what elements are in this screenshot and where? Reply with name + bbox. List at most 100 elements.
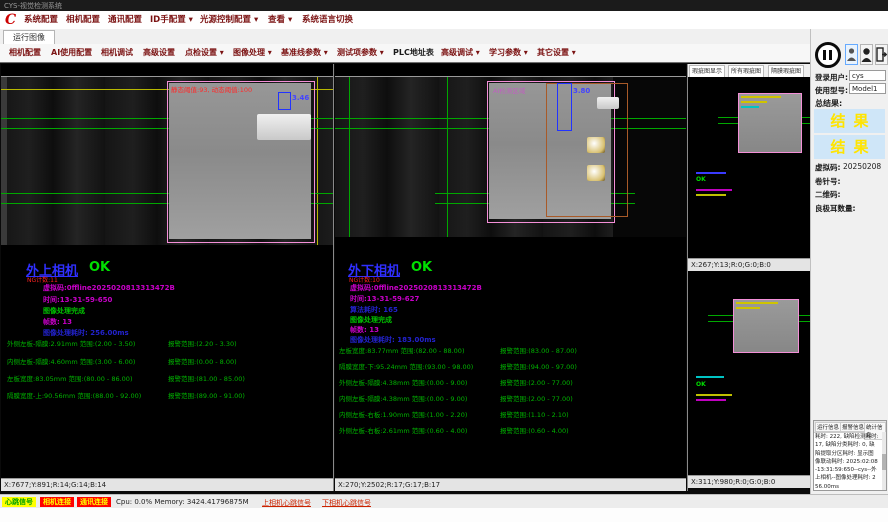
tool-image-processing[interactable]: 图像处理 ▾ [230,44,275,62]
process-time-label: 图像处理耗时: 256.00ms [43,328,129,338]
algo-time-label: 算法耗时: 165 [350,305,398,315]
model-label: 使用型号: [815,85,848,96]
alarm-range: 报警范围:(2.00 - 77.00) [500,393,573,403]
machine-column [1,77,7,245]
alarm-range: 报警范围:(0.00 - 8.00) [168,356,237,366]
mini-text-overlay [736,307,760,309]
user-login-button[interactable] [845,44,858,65]
mini-text-line [696,394,732,396]
tool-advanced-settings[interactable]: 高级设置 [140,44,178,62]
good-tab-count-label: 良极耳数量: [815,203,856,214]
exit-button[interactable] [875,44,888,65]
model-field[interactable]: Model1 [849,83,886,94]
alarm-range: 报警范围:(2.00 - 77.00) [500,377,573,387]
bottom-filler [0,508,888,522]
mini-text-line [696,376,724,378]
cpu-memory-status: Cpu: 0.0% Memory: 3424.41796875M [116,498,249,506]
menu-view[interactable]: 查看 ▾ [264,11,296,29]
reflective-part [587,137,605,153]
camera-view-upper[interactable]: 静态阈值:93, 动态阈值:100 3.46 外上相机 OK NG计数:11 虚… [1,64,333,478]
tool-baseline-params[interactable]: 基准线参数 ▾ [278,44,331,62]
mini-text-overlay [741,106,759,108]
defect-thumbnail-2[interactable]: OK [688,271,810,475]
alarm-range: 报警范围:(81.00 - 85.00) [168,373,245,383]
exit-door-icon [876,45,887,64]
tool-learning-params[interactable]: 学习参数 ▾ [486,44,531,62]
measurement-row: 隔膜宽度-上:90.56mm 范围:(88.00 - 92.00) [7,390,141,400]
measurement-row: 外侧左板-右板:2.61mm 范围:(0.60 - 4.00) [339,425,467,435]
tool-ai-usage-config[interactable]: AI使用配置 [48,44,95,62]
overlay-green-vline [447,77,448,237]
menu-light-config[interactable]: 光源控制配置 ▾ [196,11,262,29]
login-user-field[interactable]: cys [849,70,886,81]
log-tab-run[interactable]: 运行信息 [815,422,841,432]
upper-camera-heartbeat: 上相机心跳信号 [262,498,311,508]
measure-value-label: 3.46 [292,94,309,102]
mini-text-line [696,194,726,196]
defect-view-tabs: 瑕疵图显示 所有瑕疵图 隔膜瑕疵图 [688,64,810,78]
barcode-label: 虚拟码:0ffline2025020813313472B [350,283,482,293]
tool-test-item-params[interactable]: 测试项参数 ▾ [334,44,387,62]
app-logo-icon: C [5,11,16,29]
time-label: 时间:13-31-59-650 [43,295,112,305]
menu-comm-config[interactable]: 通讯配置 [104,11,146,29]
barcode-field-value: 20250208 [843,162,881,171]
app-window: CYS-视觉检测系统 C 系统配置 相机配置 通讯配置 ID手配置 ▾ 光源控制… [0,0,888,522]
pixel-coord-bar-right: X:270;Y:2502;R:17;G:17;B:17 [335,478,686,491]
log-tabs: 运行信息 报警信息 统计信息 [814,421,886,433]
pixel-coord-bar-thumb2: X:311;Y:980;R:0;G:0;B:0 [688,475,810,488]
needle-number-label: 卷针号: [815,176,841,187]
user-profile-button[interactable] [860,44,873,65]
log-scrollbar[interactable] [882,432,886,490]
camera-image-upper[interactable]: 静态阈值:93, 动态阈值:100 3.46 [1,76,333,245]
mini-name-text [696,172,726,174]
tool-advanced-debug[interactable]: 高级调试 ▾ [438,44,483,62]
scrollbar-thumb[interactable] [882,454,886,470]
result-display-1: 结果 [814,109,885,133]
barcode-label: 虚拟码:0ffline2025020813313472B [43,283,175,293]
login-user-label: 登录用户: [815,72,848,83]
result-ok-label: OK [89,260,110,275]
menu-id-hand-config[interactable]: ID手配置 ▾ [146,11,197,29]
measurement-row: 隔膜宽度-下:95.24mm 范围:(93.00 - 98.00) [339,361,473,371]
white-connector [257,114,311,140]
result-ok-label: OK [411,260,432,275]
user-dark-icon [861,45,872,64]
measurement-row: 外侧左板-隔膜:2.91mm 范围:(2.00 - 3.50) [7,338,135,348]
divider [0,62,810,63]
white-connector [597,97,619,109]
tab-strip: 运行图像 [0,29,810,45]
tab-run-image[interactable]: 运行图像 [3,30,55,45]
qr-code-label: 二维码: [815,189,841,200]
menu-system-config[interactable]: 系统配置 [20,11,62,29]
pause-button[interactable] [815,42,841,68]
frame-count-label: 帧数: 13 [43,317,72,327]
mini-ok-label: OK [696,381,706,388]
menu-language-switch[interactable]: 系统语言切换 [298,11,357,29]
lower-camera-heartbeat: 下相机心跳信号 [322,498,371,508]
camera-image-lower[interactable]: AI检测区域 3.80 [335,76,686,237]
overlay-measure-box [557,83,572,131]
overlay-green-vline [349,77,350,237]
toolbar: 相机配置 AI使用配置 相机调试 高级设置 点检设置 ▾ 图像处理 ▾ 基准线参… [0,44,810,63]
tool-plc-address-table[interactable]: PLC地址表 [390,44,437,62]
alarm-range: 报警范围:(83.00 - 87.00) [500,345,577,355]
tool-other-settings[interactable]: 其它设置 ▾ [534,44,579,62]
mini-text-line [696,189,732,191]
camera-view-lower[interactable]: AI检测区域 3.80 外下相机 OK NG计数:10 虚拟码:0ffline2… [335,64,686,478]
window-title: CYS-视觉检测系统 [4,1,62,11]
reflective-part [587,165,605,181]
user-icon [846,45,857,64]
pause-icon [823,50,826,60]
defect-thumbnail-1[interactable]: OK [688,77,810,258]
tool-camera-config[interactable]: 相机配置 [6,44,44,62]
tool-spotcheck-settings[interactable]: 点检设置 ▾ [182,44,227,62]
log-panel: 运行信息 报警信息 统计信息 耗时: 222, 缺陷检测耗时: 17, 缺陷分类… [813,420,887,491]
menu-camera-config[interactable]: 相机配置 [62,11,104,29]
log-tab-alarm[interactable]: 报警信息 [840,422,866,432]
process-time-label: 图像处理耗时: 183.00ms [350,335,436,345]
measurement-row: 左板宽度:83.77mm 范围:(82.00 - 88.00) [339,345,464,355]
measurement-row: 内侧左板-隔膜:4.38mm 范围:(0.00 - 9.00) [339,393,467,403]
pixel-coord-bar-thumb1: X:267;Y:13;R:0;G:0;B:0 [688,258,810,271]
tool-camera-debug[interactable]: 相机调试 [98,44,136,62]
